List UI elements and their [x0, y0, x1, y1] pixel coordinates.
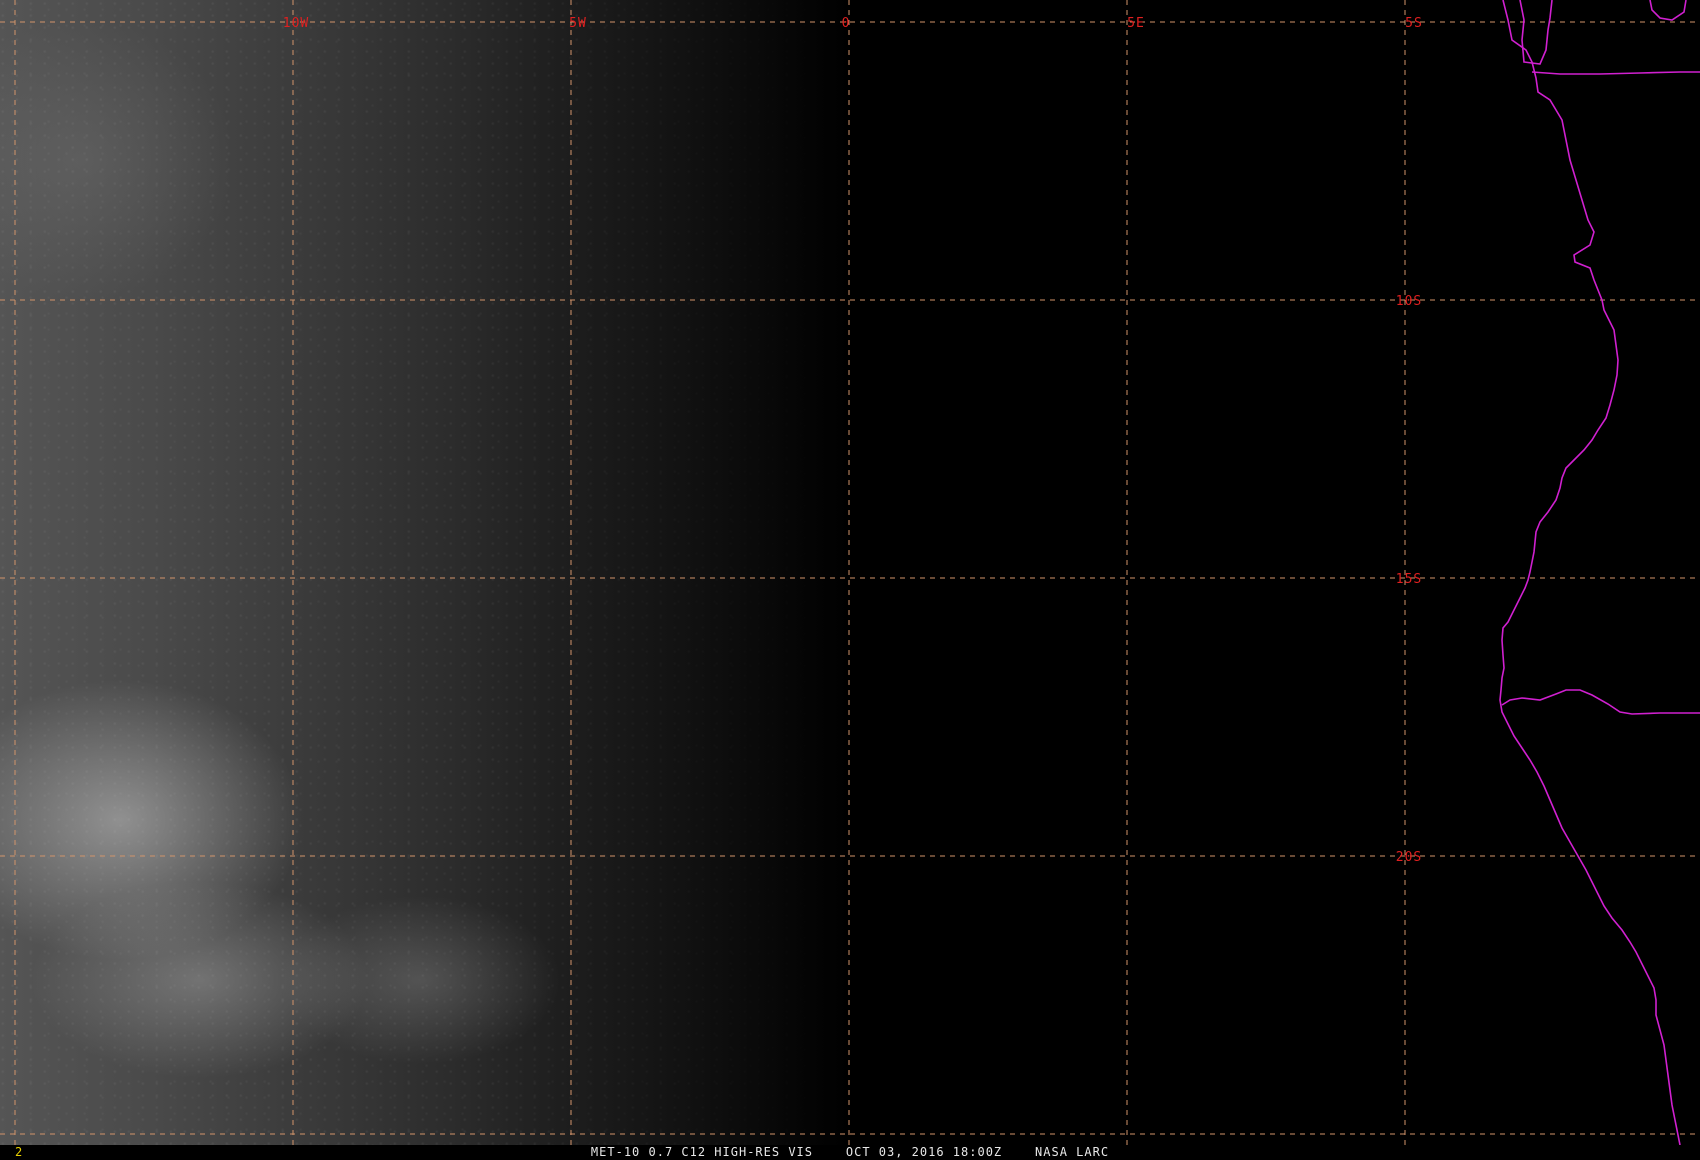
longitude-label-5w: 5W — [569, 16, 587, 31]
satellite-image-viewer: 10W 5W 0 5E 5S 10S 15S 20S 2 MET-10 0.7 … — [0, 0, 1700, 1160]
border-top-right — [1649, 0, 1687, 21]
latitude-label-15s: 15S — [1396, 572, 1422, 587]
longitude-label-0: 0 — [842, 16, 851, 31]
image-caption: MET-10 0.7 C12 HIGH-RES VIS OCT 03, 2016… — [590, 1145, 1110, 1159]
angola-namibia-border — [1501, 689, 1700, 715]
latitude-label-20s: 20S — [1396, 850, 1422, 865]
status-bar: 2 MET-10 0.7 C12 HIGH-RES VIS OCT 03, 20… — [0, 1145, 1700, 1160]
longitude-label-5e: 5E — [1127, 16, 1145, 31]
africa-coastline — [1499, 0, 1681, 1145]
longitude-label-10w: 10W — [283, 16, 309, 31]
drc-angola-border — [1531, 71, 1700, 75]
latitude-label-10s: 10S — [1396, 294, 1422, 309]
map-overlay: 10W 5W 0 5E 5S 10S 15S 20S — [0, 0, 1700, 1145]
latitude-label-5s: 5S — [1405, 16, 1423, 31]
cabinda-border — [1519, 0, 1553, 65]
